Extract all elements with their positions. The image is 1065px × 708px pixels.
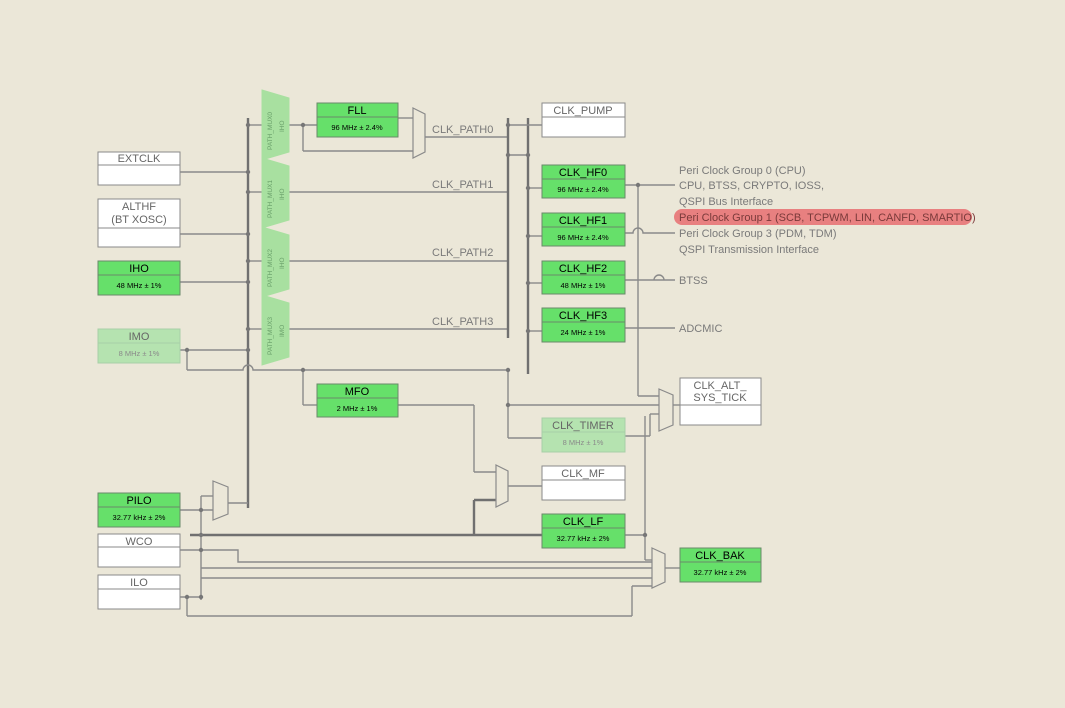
fll-bypass-mux[interactable]	[412, 107, 426, 159]
mfo-title: MFO	[345, 386, 370, 398]
peri-group0-line2: CPU, BTSS, CRYPTO, IOSS,	[679, 180, 824, 192]
imo-title: IMO	[129, 331, 150, 343]
clk-alt-sys-tick-title: CLK_ALT_	[694, 380, 748, 392]
clk-bak-freq: 32.77 kHz ± 2%	[694, 568, 747, 577]
clk-hf3-freq: 24 MHz ± 1%	[561, 328, 606, 337]
clk-hf2-box[interactable]: CLK_HF2 48 MHz ± 1%	[541, 260, 626, 295]
btss-label: BTSS	[679, 275, 708, 287]
clk-lf-title: CLK_LF	[563, 516, 604, 528]
clk-bak-box[interactable]: CLK_BAK 32.77 kHz ± 2%	[679, 547, 762, 583]
fll-box[interactable]: FLL 96 MHz ± 2.4%	[316, 102, 399, 138]
clk-alt-sys-tick-box[interactable]: CLK_ALT_ SYS_TICK	[679, 377, 762, 426]
clk-path3-label: CLK_PATH3	[432, 316, 493, 328]
clock-diagram: PATH_MUX0 IHO PATH_MUX1 IHO PATH_MUX2 IH…	[97, 89, 976, 617]
extclk-title: EXTCLK	[118, 153, 161, 165]
clk-hf1-title: CLK_HF1	[559, 215, 607, 227]
clk-hf1-box[interactable]: CLK_HF1 96 MHz ± 2.4%	[541, 212, 626, 247]
clk-mf-title: CLK_MF	[561, 468, 605, 480]
iho-title: IHO	[129, 263, 149, 275]
clk-alt-sys-tick-mux[interactable]	[658, 388, 674, 432]
extclk-box[interactable]: EXTCLK	[97, 151, 181, 186]
clk-bak-mux[interactable]	[651, 547, 666, 589]
ilo-box[interactable]: ILO	[97, 574, 181, 610]
peri-group3-label: Peri Clock Group 3 (PDM, TDM)	[679, 228, 837, 240]
peri-group1-label: Peri Clock Group 1 (SCB, TCPWM, LIN, CAN…	[679, 212, 976, 224]
mfo-box[interactable]: MFO 2 MHz ± 1%	[316, 383, 399, 418]
althf-subtitle: (BT XOSC)	[111, 214, 166, 226]
clk-alt-sys-tick-title2: SYS_TICK	[693, 392, 747, 404]
imo-box[interactable]: IMO 8 MHz ± 1%	[97, 328, 181, 364]
clk-hf1-freq: 96 MHz ± 2.4%	[557, 233, 609, 242]
path-mux-3[interactable]: PATH_MUX3 IMO	[261, 294, 290, 366]
pilo-title: PILO	[126, 495, 152, 507]
clk-hf3-box[interactable]: CLK_HF3 24 MHz ± 1%	[541, 307, 626, 343]
imo-freq: 8 MHz ± 1%	[119, 349, 160, 358]
pilo-box[interactable]: PILO 32.77 kHz ± 2%	[97, 492, 181, 528]
clk-path1-label: CLK_PATH1	[432, 179, 493, 191]
clk-hf2-freq: 48 MHz ± 1%	[561, 281, 606, 290]
clk-lf-freq: 32.77 kHz ± 2%	[557, 534, 610, 543]
clk-timer-title: CLK_TIMER	[552, 420, 614, 432]
iho-box[interactable]: IHO 48 MHz ± 1%	[97, 260, 181, 296]
clk-path2-label: CLK_PATH2	[432, 247, 493, 259]
clk-hf2-title: CLK_HF2	[559, 263, 607, 275]
path-mux-0-sel: IHO	[279, 120, 286, 132]
clk-timer-box[interactable]: CLK_TIMER 8 MHz ± 1%	[541, 417, 626, 453]
clk-hf3-title: CLK_HF3	[559, 310, 607, 322]
clk-path0-label: CLK_PATH0	[432, 124, 493, 136]
path-mux-1-sel: IHO	[279, 188, 286, 200]
clk-hf0-title: CLK_HF0	[559, 167, 607, 179]
clk-mf-box[interactable]: CLK_MF	[541, 465, 626, 501]
path-mux-2-sel: IHO	[279, 257, 286, 269]
iho-freq: 48 MHz ± 1%	[117, 281, 162, 290]
path-mux-0-name: PATH_MUX0	[267, 112, 274, 150]
clk-pump-title: CLK_PUMP	[553, 105, 612, 117]
path-mux-3-name: PATH_MUX3	[267, 317, 274, 355]
ilo-title: ILO	[130, 577, 148, 589]
fll-title: FLL	[348, 105, 367, 117]
clk-pump-box[interactable]: CLK_PUMP	[541, 102, 626, 138]
clk-hf0-freq: 96 MHz ± 2.4%	[557, 185, 609, 194]
peri-group0-line3: QSPI Bus Interface	[679, 196, 773, 208]
althf-title: ALTHF	[122, 201, 156, 213]
wco-title: WCO	[126, 536, 153, 548]
peri-group1-highlight[interactable]: Peri Clock Group 1 (SCB, TCPWM, LIN, CAN…	[674, 209, 976, 225]
clk-lf-box[interactable]: CLK_LF 32.77 kHz ± 2%	[541, 513, 626, 549]
pilo-freq: 32.77 kHz ± 2%	[113, 513, 166, 522]
peri-group3-line2: QSPI Transmission Interface	[679, 244, 819, 256]
path-mux-2[interactable]: PATH_MUX2 IHO	[261, 226, 290, 298]
mfo-freq: 2 MHz ± 1%	[337, 404, 378, 413]
path-mux-0[interactable]: PATH_MUX0 IHO	[261, 89, 290, 161]
adcmic-label: ADCMIC	[679, 323, 722, 335]
path-mux-3-sel: IMO	[279, 325, 286, 337]
fll-freq: 96 MHz ± 2.4%	[331, 123, 383, 132]
peri-group0-label: Peri Clock Group 0 (CPU)	[679, 165, 806, 177]
clk-hf0-box[interactable]: CLK_HF0 96 MHz ± 2.4%	[541, 164, 626, 199]
clk-bak-title: CLK_BAK	[695, 550, 745, 562]
wco-box[interactable]: WCO	[97, 533, 181, 568]
path-mux-1[interactable]: PATH_MUX1 IHO	[261, 157, 290, 229]
clk-mf-mux[interactable]	[495, 464, 509, 508]
clk-timer-freq: 8 MHz ± 1%	[563, 438, 604, 447]
path-mux-2-name: PATH_MUX2	[267, 249, 274, 287]
path-mux-1-name: PATH_MUX1	[267, 180, 274, 218]
clk-lf-mux[interactable]	[212, 480, 229, 521]
althf-box[interactable]: ALTHF (BT XOSC)	[97, 198, 181, 248]
